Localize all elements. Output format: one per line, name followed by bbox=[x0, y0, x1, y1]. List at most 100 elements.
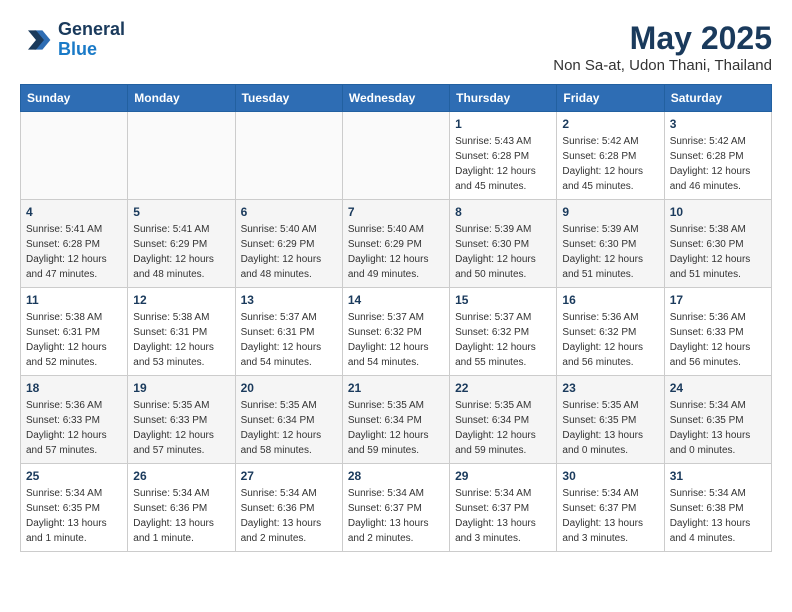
day-info: Sunrise: 5:35 AM Sunset: 6:35 PM Dayligh… bbox=[562, 398, 658, 458]
calendar-week-row: 4Sunrise: 5:41 AM Sunset: 6:28 PM Daylig… bbox=[21, 200, 772, 288]
logo-text: General Blue bbox=[58, 20, 125, 60]
weekday-header-row: SundayMondayTuesdayWednesdayThursdayFrid… bbox=[21, 85, 772, 112]
calendar-cell: 31 Sunrise: 5:34 AM Sunset: 6:38 PM Dayli… bbox=[664, 464, 771, 552]
calendar-cell: 4Sunrise: 5:41 AM Sunset: 6:28 PM Daylig… bbox=[21, 200, 128, 288]
day-info: Sunrise: 5:37 AM Sunset: 6:32 PM Dayligh… bbox=[348, 310, 444, 370]
day-info: Sunrise: 5:35 AM Sunset: 6:34 PM Dayligh… bbox=[348, 398, 444, 458]
day-info: Sunrise: 5:37 AM Sunset: 6:32 PM Dayligh… bbox=[455, 310, 551, 370]
day-info: Sunrise: 5:39 AM Sunset: 6:30 PM Dayligh… bbox=[455, 222, 551, 282]
calendar-cell: 25 Sunrise: 5:34 AM Sunset: 6:35 PM Dayli… bbox=[21, 464, 128, 552]
day-number: 13 bbox=[241, 293, 337, 307]
calendar-cell: 29 Sunrise: 5:34 AM Sunset: 6:37 PM Dayli… bbox=[450, 464, 557, 552]
day-info: Sunrise: 5:38 AM Sunset: 6:31 PM Dayligh… bbox=[133, 310, 229, 370]
calendar-cell bbox=[235, 112, 342, 200]
weekday-header-wednesday: Wednesday bbox=[342, 85, 449, 112]
logo-icon bbox=[20, 24, 52, 56]
day-number: 7 bbox=[348, 205, 444, 219]
day-info: Sunrise: 5:36 AM Sunset: 6:32 PM Dayligh… bbox=[562, 310, 658, 370]
calendar-cell: 9 Sunrise: 5:39 AM Sunset: 6:30 PM Daylig… bbox=[557, 200, 664, 288]
day-info: Sunrise: 5:35 AM Sunset: 6:34 PM Dayligh… bbox=[241, 398, 337, 458]
day-info: Sunrise: 5:43 AM Sunset: 6:28 PM Dayligh… bbox=[455, 134, 551, 194]
calendar-cell: 3 Sunrise: 5:42 AM Sunset: 6:28 PM Daylig… bbox=[664, 112, 771, 200]
day-info: Sunrise: 5:36 AM Sunset: 6:33 PM Dayligh… bbox=[26, 398, 122, 458]
calendar-cell: 6 Sunrise: 5:40 AM Sunset: 6:29 PM Daylig… bbox=[235, 200, 342, 288]
calendar-cell: 24Sunrise: 5:34 AM Sunset: 6:35 PM Dayli… bbox=[664, 376, 771, 464]
calendar-cell: 10 Sunrise: 5:38 AM Sunset: 6:30 PM Dayli… bbox=[664, 200, 771, 288]
day-number: 9 bbox=[562, 205, 658, 219]
day-info: Sunrise: 5:34 AM Sunset: 6:36 PM Dayligh… bbox=[241, 486, 337, 546]
month-title: May 2025 bbox=[553, 20, 772, 57]
weekday-header-monday: Monday bbox=[128, 85, 235, 112]
day-number: 14 bbox=[348, 293, 444, 307]
day-info: Sunrise: 5:39 AM Sunset: 6:30 PM Dayligh… bbox=[562, 222, 658, 282]
logo-line1: General bbox=[58, 20, 125, 40]
day-number: 29 bbox=[455, 469, 551, 483]
weekday-header-thursday: Thursday bbox=[450, 85, 557, 112]
calendar-cell: 1Sunrise: 5:43 AM Sunset: 6:28 PM Daylig… bbox=[450, 112, 557, 200]
day-info: Sunrise: 5:34 AM Sunset: 6:37 PM Dayligh… bbox=[455, 486, 551, 546]
calendar-week-row: 1Sunrise: 5:43 AM Sunset: 6:28 PM Daylig… bbox=[21, 112, 772, 200]
day-info: Sunrise: 5:35 AM Sunset: 6:34 PM Dayligh… bbox=[455, 398, 551, 458]
logo-line2: Blue bbox=[58, 40, 125, 60]
calendar-cell: 7Sunrise: 5:40 AM Sunset: 6:29 PM Daylig… bbox=[342, 200, 449, 288]
day-info: Sunrise: 5:34 AM Sunset: 6:35 PM Dayligh… bbox=[26, 486, 122, 546]
calendar-cell: 2Sunrise: 5:42 AM Sunset: 6:28 PM Daylig… bbox=[557, 112, 664, 200]
day-info: Sunrise: 5:41 AM Sunset: 6:29 PM Dayligh… bbox=[133, 222, 229, 282]
calendar-week-row: 11 Sunrise: 5:38 AM Sunset: 6:31 PM Dayli… bbox=[21, 288, 772, 376]
day-number: 24 bbox=[670, 381, 766, 395]
day-number: 19 bbox=[133, 381, 229, 395]
calendar-cell bbox=[21, 112, 128, 200]
day-info: Sunrise: 5:42 AM Sunset: 6:28 PM Dayligh… bbox=[562, 134, 658, 194]
day-number: 16 bbox=[562, 293, 658, 307]
day-number: 11 bbox=[26, 293, 122, 307]
calendar-cell: 23 Sunrise: 5:35 AM Sunset: 6:35 PM Dayli… bbox=[557, 376, 664, 464]
calendar-cell: 13 Sunrise: 5:37 AM Sunset: 6:31 PM Dayli… bbox=[235, 288, 342, 376]
weekday-header-saturday: Saturday bbox=[664, 85, 771, 112]
calendar-cell: 14 Sunrise: 5:37 AM Sunset: 6:32 PM Dayli… bbox=[342, 288, 449, 376]
calendar-cell: 17Sunrise: 5:36 AM Sunset: 6:33 PM Dayli… bbox=[664, 288, 771, 376]
calendar-cell bbox=[342, 112, 449, 200]
day-number: 6 bbox=[241, 205, 337, 219]
calendar-cell: 22Sunrise: 5:35 AM Sunset: 6:34 PM Dayli… bbox=[450, 376, 557, 464]
title-block: May 2025 Non Sa-at, Udon Thani, Thailand bbox=[553, 20, 772, 74]
calendar-cell: 28 Sunrise: 5:34 AM Sunset: 6:37 PM Dayli… bbox=[342, 464, 449, 552]
day-number: 25 bbox=[26, 469, 122, 483]
day-info: Sunrise: 5:38 AM Sunset: 6:30 PM Dayligh… bbox=[670, 222, 766, 282]
day-info: Sunrise: 5:37 AM Sunset: 6:31 PM Dayligh… bbox=[241, 310, 337, 370]
day-info: Sunrise: 5:34 AM Sunset: 6:37 PM Dayligh… bbox=[562, 486, 658, 546]
day-number: 5 bbox=[133, 205, 229, 219]
weekday-header-tuesday: Tuesday bbox=[235, 85, 342, 112]
day-info: Sunrise: 5:40 AM Sunset: 6:29 PM Dayligh… bbox=[241, 222, 337, 282]
day-info: Sunrise: 5:36 AM Sunset: 6:33 PM Dayligh… bbox=[670, 310, 766, 370]
calendar-cell: 12 Sunrise: 5:38 AM Sunset: 6:31 PM Dayli… bbox=[128, 288, 235, 376]
calendar-cell: 30 Sunrise: 5:34 AM Sunset: 6:37 PM Dayli… bbox=[557, 464, 664, 552]
day-info: Sunrise: 5:34 AM Sunset: 6:37 PM Dayligh… bbox=[348, 486, 444, 546]
day-number: 10 bbox=[670, 205, 766, 219]
day-number: 31 bbox=[670, 469, 766, 483]
day-number: 20 bbox=[241, 381, 337, 395]
calendar-cell: 27 Sunrise: 5:34 AM Sunset: 6:36 PM Dayli… bbox=[235, 464, 342, 552]
day-number: 26 bbox=[133, 469, 229, 483]
calendar-cell: 19 Sunrise: 5:35 AM Sunset: 6:33 PM Dayli… bbox=[128, 376, 235, 464]
calendar-week-row: 25 Sunrise: 5:34 AM Sunset: 6:35 PM Dayli… bbox=[21, 464, 772, 552]
day-info: Sunrise: 5:34 AM Sunset: 6:38 PM Dayligh… bbox=[670, 486, 766, 546]
day-info: Sunrise: 5:35 AM Sunset: 6:33 PM Dayligh… bbox=[133, 398, 229, 458]
day-number: 21 bbox=[348, 381, 444, 395]
logo: General Blue bbox=[20, 20, 125, 60]
day-number: 8 bbox=[455, 205, 551, 219]
day-number: 27 bbox=[241, 469, 337, 483]
calendar-cell: 20 Sunrise: 5:35 AM Sunset: 6:34 PM Dayli… bbox=[235, 376, 342, 464]
location-title: Non Sa-at, Udon Thani, Thailand bbox=[553, 57, 772, 74]
day-number: 28 bbox=[348, 469, 444, 483]
weekday-header-sunday: Sunday bbox=[21, 85, 128, 112]
day-info: Sunrise: 5:42 AM Sunset: 6:28 PM Dayligh… bbox=[670, 134, 766, 194]
day-number: 18 bbox=[26, 381, 122, 395]
day-number: 3 bbox=[670, 117, 766, 131]
calendar-cell: 21 Sunrise: 5:35 AM Sunset: 6:34 PM Dayli… bbox=[342, 376, 449, 464]
day-number: 23 bbox=[562, 381, 658, 395]
day-number: 4 bbox=[26, 205, 122, 219]
calendar-cell bbox=[128, 112, 235, 200]
page-header: General Blue May 2025 Non Sa-at, Udon Th… bbox=[20, 20, 772, 74]
day-number: 30 bbox=[562, 469, 658, 483]
day-number: 12 bbox=[133, 293, 229, 307]
